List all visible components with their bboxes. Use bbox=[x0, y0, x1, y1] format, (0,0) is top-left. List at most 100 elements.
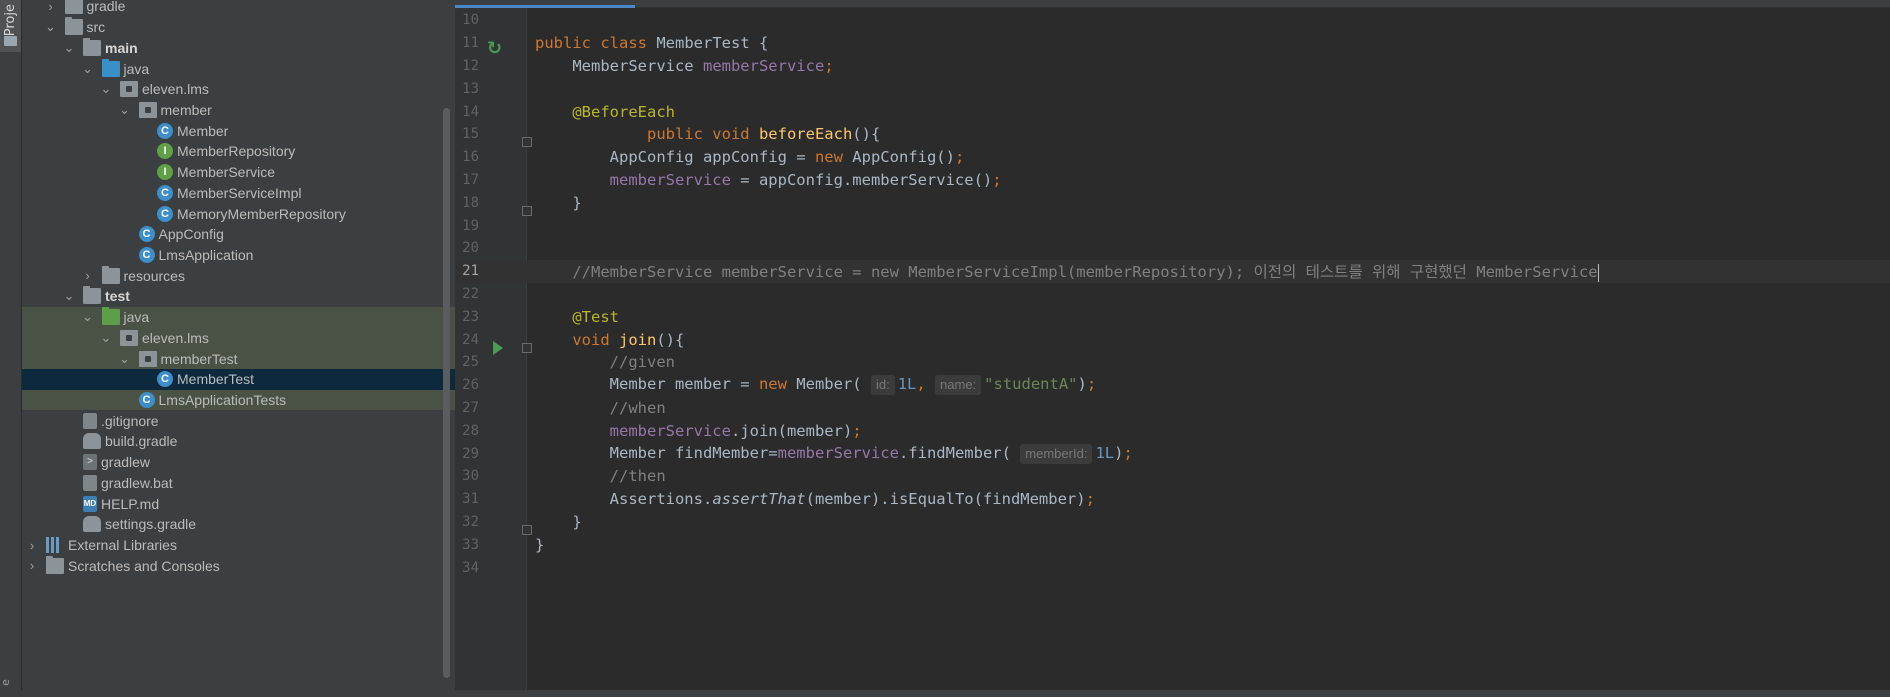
chevron-down-icon[interactable]: ⌄ bbox=[119, 351, 131, 367]
tree-item-label: MemberService bbox=[177, 164, 276, 181]
chevron-right-icon[interactable]: › bbox=[82, 268, 94, 283]
tree-item[interactable]: ⌄ memberTest bbox=[22, 348, 455, 369]
tree-item[interactable]: C AppConfig bbox=[22, 224, 455, 245]
line-number: 25 bbox=[462, 354, 479, 371]
project-scrollbar[interactable] bbox=[443, 108, 450, 678]
code-token: (){ bbox=[656, 330, 685, 349]
code-line[interactable]: 13 bbox=[455, 77, 1890, 100]
tree-item[interactable]: › gradle bbox=[22, 0, 455, 17]
code-token: .join(member) bbox=[730, 421, 853, 440]
code-line[interactable]: 29 Member findMember=memberService.findM… bbox=[455, 442, 1890, 465]
chevron-down-icon[interactable]: ⌄ bbox=[82, 61, 94, 77]
line-number: 24 bbox=[462, 331, 479, 348]
code-token: //MemberService memberService = new Memb… bbox=[535, 263, 1598, 282]
code-line[interactable]: 23 @Test bbox=[455, 305, 1890, 328]
tree-item[interactable]: C MemberServiceImpl bbox=[22, 182, 455, 203]
line-number: 30 bbox=[462, 468, 479, 485]
chevron-right-icon[interactable]: › bbox=[26, 558, 38, 573]
code-token: 1L bbox=[1095, 443, 1115, 462]
code-token: new bbox=[814, 148, 853, 167]
code-editor[interactable]: ↻ 10 11 public class MemberTest {12 Member… bbox=[455, 0, 1890, 697]
tree-item[interactable]: ⌄ src bbox=[22, 17, 455, 38]
code-line[interactable]: 19 bbox=[455, 214, 1890, 237]
class-icon: C bbox=[138, 392, 155, 409]
project-tree-panel: › gradle ⌄ src ⌄ main ⌄ java ⌄ eleven.lms ⌄ member C… bbox=[22, 0, 455, 697]
chevron-down-icon[interactable]: ⌄ bbox=[100, 330, 112, 346]
tree-item[interactable]: settings.gradle bbox=[22, 514, 455, 535]
tree-item[interactable]: C MemoryMemberRepository bbox=[22, 203, 455, 224]
chevron-down-icon[interactable]: ⌄ bbox=[82, 309, 94, 325]
code-line[interactable]: 12 MemberService memberService; bbox=[455, 55, 1890, 78]
tree-item-label: java bbox=[123, 60, 150, 77]
library-icon bbox=[46, 537, 64, 554]
code-line[interactable]: 20 bbox=[455, 237, 1890, 260]
tree-item[interactable]: C LmsApplicationTests bbox=[22, 389, 455, 411]
tree-item[interactable]: I MemberService bbox=[22, 162, 455, 183]
code-line[interactable]: 14 @BeforeEach bbox=[455, 100, 1890, 123]
code-line[interactable]: 15 public void beforeEach(){ bbox=[455, 123, 1890, 146]
code-token: ; bbox=[824, 56, 834, 75]
line-number: 14 bbox=[462, 103, 479, 120]
tree-item[interactable]: I MemberRepository bbox=[22, 141, 455, 162]
chevron-down-icon[interactable]: ⌄ bbox=[119, 102, 131, 118]
tree-item[interactable]: ⌄ java bbox=[22, 306, 455, 328]
tree-item[interactable]: ⌄ main bbox=[22, 37, 455, 58]
code-token: MemberService bbox=[535, 56, 703, 75]
folder-green-icon bbox=[101, 307, 120, 326]
tree-item-label: Scratches and Consoles bbox=[68, 557, 220, 574]
code-line[interactable]: 10 bbox=[455, 9, 1890, 32]
tree-item[interactable]: build.gradle bbox=[22, 431, 455, 452]
tree-item-label: main bbox=[105, 39, 138, 56]
code-token: //then bbox=[535, 467, 666, 486]
code-line[interactable]: 33} bbox=[455, 533, 1890, 556]
chevron-down-icon[interactable]: ⌄ bbox=[63, 40, 75, 56]
line-number: 31 bbox=[462, 491, 479, 508]
line-number: 34 bbox=[462, 559, 479, 576]
tree-item[interactable]: › External Libraries bbox=[22, 535, 455, 556]
chevron-right-icon[interactable]: › bbox=[26, 538, 38, 553]
tree-item[interactable]: ⌄ java bbox=[22, 58, 455, 79]
tree-item[interactable]: › Scratches and Consoles bbox=[22, 555, 455, 576]
code-line[interactable]: 22 bbox=[455, 283, 1890, 306]
file-icon bbox=[83, 474, 97, 491]
code-token: beforeEach bbox=[758, 125, 853, 144]
tree-item[interactable]: gradlew.bat bbox=[22, 473, 455, 494]
folder-grey-icon bbox=[64, 17, 83, 36]
tree-item[interactable]: .gitignore bbox=[22, 410, 455, 431]
tree-item[interactable]: > gradlew bbox=[22, 452, 455, 473]
chevron-right-icon[interactable]: › bbox=[45, 0, 57, 14]
line-number: 18 bbox=[462, 194, 479, 211]
chevron-down-icon[interactable]: ⌄ bbox=[63, 288, 75, 304]
code-line[interactable]: 11 public class MemberTest { bbox=[455, 32, 1890, 55]
tree-item[interactable]: C Member bbox=[22, 120, 455, 141]
code-line[interactable]: 27 //when bbox=[455, 397, 1890, 420]
code-line[interactable]: 24 void join(){ bbox=[455, 328, 1890, 351]
chevron-down-icon[interactable]: ⌄ bbox=[100, 81, 112, 97]
package-icon bbox=[138, 101, 157, 118]
tree-item[interactable]: ⌄ eleven.lms bbox=[22, 327, 455, 349]
code-text: MemberService memberService; bbox=[535, 56, 834, 75]
code-line[interactable]: 34 bbox=[455, 556, 1890, 579]
line-number: 19 bbox=[462, 217, 479, 234]
code-line[interactable]: 28 memberService.join(member); bbox=[455, 419, 1890, 442]
code-line[interactable]: 17 memberService = appConfig.memberServi… bbox=[455, 169, 1890, 192]
tree-item[interactable]: ⌄ eleven.lms bbox=[22, 79, 455, 100]
code-line[interactable]: 30 //then bbox=[455, 465, 1890, 488]
code-line[interactable]: 31 Assertions.assertThat(member).isEqual… bbox=[455, 488, 1890, 511]
tree-item[interactable]: C LmsApplication bbox=[22, 245, 455, 266]
line-number: 32 bbox=[462, 513, 479, 530]
tree-item[interactable]: ⌄ test bbox=[22, 286, 455, 307]
code-line[interactable]: 16 AppConfig appConfig = new AppConfig()… bbox=[455, 146, 1890, 169]
tree-item[interactable]: MD HELP.md bbox=[22, 493, 455, 514]
chevron-down-icon[interactable]: ⌄ bbox=[45, 19, 57, 35]
code-token: AppConfig() bbox=[852, 148, 955, 167]
tree-item[interactable]: C MemberTest bbox=[22, 368, 455, 390]
tree-item[interactable]: › resources bbox=[22, 265, 455, 286]
code-line[interactable]: 25 //given bbox=[455, 351, 1890, 374]
code-line[interactable]: 21 //MemberService memberService = new M… bbox=[455, 259, 1890, 283]
tree-item[interactable]: ⌄ member bbox=[22, 100, 455, 121]
code-line[interactable]: 18 } bbox=[455, 191, 1890, 214]
project-tool-tab[interactable]: Proje bbox=[0, 0, 21, 52]
code-line[interactable]: 26 Member member = new Member( id: 1L, na… bbox=[455, 374, 1890, 397]
code-line[interactable]: 32 } bbox=[455, 511, 1890, 534]
